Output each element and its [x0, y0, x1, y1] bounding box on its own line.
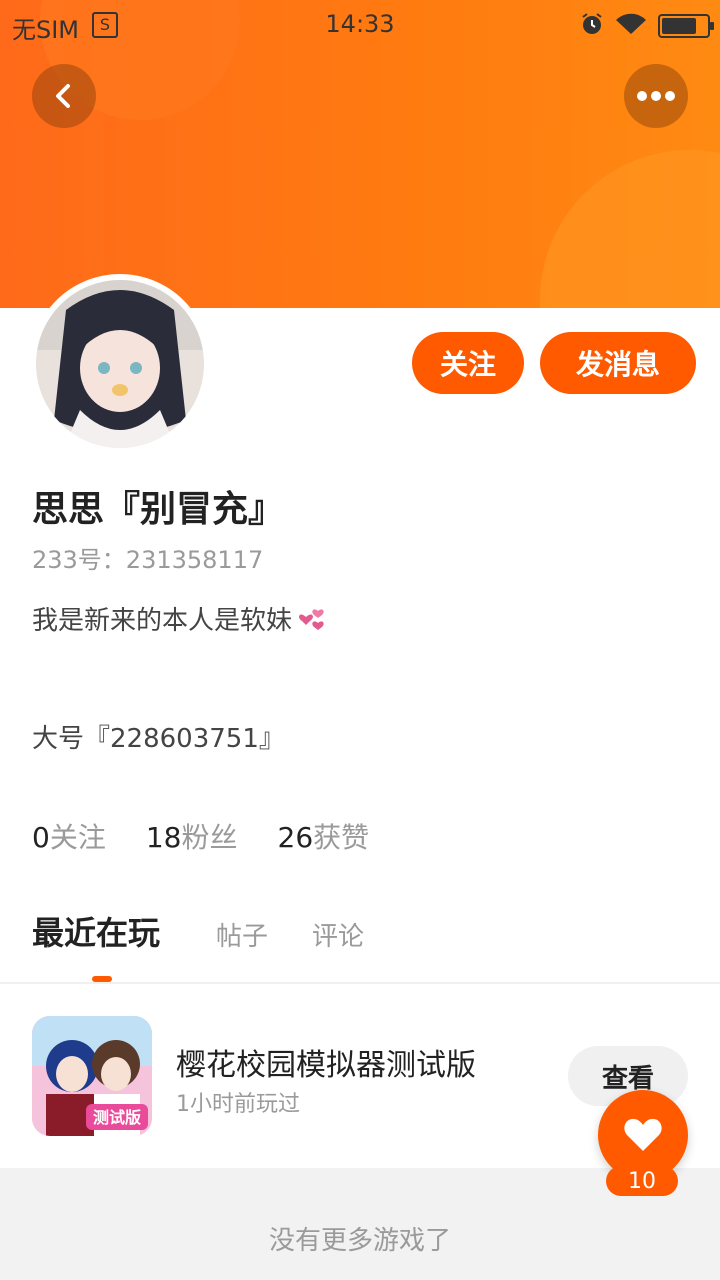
game-last-played: 1小时前玩过 — [176, 1092, 300, 1117]
game-title: 樱花校园模拟器测试版 — [176, 1048, 476, 1083]
hearts-icon — [299, 608, 324, 630]
message-button[interactable]: 发消息 — [540, 332, 696, 394]
profile-bio-line1: 我是新来的本人是软妹 — [32, 600, 328, 637]
wifi-icon — [616, 13, 646, 35]
profile-stats: 0关注 18粉丝 26获赞 — [32, 816, 369, 856]
header-decoration — [540, 150, 720, 308]
game-icon-label: 测试版 — [93, 1108, 141, 1127]
avatar-image — [36, 280, 204, 448]
profile-bio-line2: 大号『228603751』 — [32, 724, 285, 754]
profile-id: 233号：231358117 — [32, 546, 264, 574]
stat-number: 18 — [145, 821, 182, 854]
status-time: 14:33 — [325, 10, 395, 38]
tab-comments[interactable]: 评论 — [312, 916, 364, 953]
stat-label: 获赞 — [313, 821, 370, 854]
stat-number: 26 — [277, 821, 314, 854]
stat-following[interactable]: 0关注 — [32, 816, 106, 856]
divider — [0, 982, 720, 984]
more-button[interactable] — [624, 64, 688, 128]
tab-posts[interactable]: 帖子 — [216, 916, 268, 953]
tab-recent-played[interactable]: 最近在玩 — [32, 908, 160, 954]
stat-likes[interactable]: 26获赞 — [278, 816, 370, 856]
profile-tabs: 最近在玩 帖子 评论 — [32, 912, 720, 982]
battery-charging-icon — [658, 14, 714, 38]
stat-number: 0 — [32, 821, 50, 854]
profile-header: 无SIM S 14:33 — [0, 0, 720, 308]
follow-button[interactable]: 关注 — [412, 332, 524, 394]
stat-label: 粉丝 — [181, 821, 238, 854]
back-button[interactable] — [32, 64, 96, 128]
heart-icon — [624, 1118, 662, 1151]
bio-text: 我是新来的本人是软妹 — [32, 606, 293, 636]
stat-fans[interactable]: 18粉丝 — [146, 816, 238, 856]
status-bar: 无SIM S 14:33 — [0, 0, 720, 52]
game-icon: 测试版 — [32, 1016, 152, 1136]
stat-label: 关注 — [49, 821, 106, 854]
more-horizontal-icon — [637, 91, 675, 101]
alarm-icon — [582, 13, 602, 34]
like-count: 10 — [606, 1166, 678, 1196]
no-more-games-text: 没有更多游戏了 — [268, 1226, 451, 1256]
avatar[interactable] — [36, 280, 204, 448]
chevron-left-icon — [56, 84, 70, 108]
profile-name: 思思『别冒充』 — [32, 489, 285, 530]
